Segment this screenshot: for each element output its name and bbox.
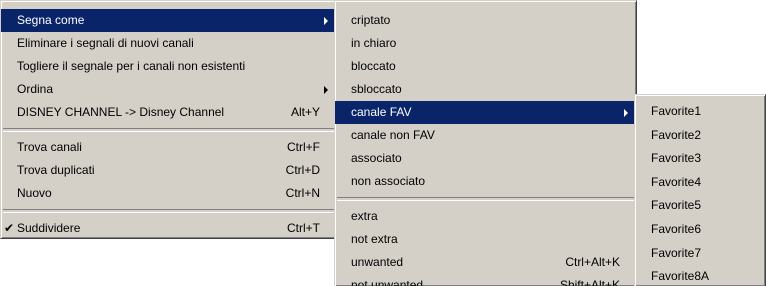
- menu-item-label: Favorite5: [651, 198, 702, 213]
- checkmark-icon: ✔: [4, 221, 15, 235]
- menu-item-label: Favorite2: [651, 127, 702, 142]
- menu-item-favorite4[interactable]: Favorite4: [635, 171, 765, 195]
- menu-item-favorite6[interactable]: Favorite6: [635, 218, 765, 242]
- menu-item-canale-non-fav[interactable]: canale non FAV: [335, 124, 636, 147]
- menu-item-label: not unwanted: [351, 278, 424, 286]
- menu-item-sbloccato[interactable]: sbloccato: [335, 78, 636, 101]
- menu-item-segna-come[interactable]: Segna come: [1, 9, 336, 32]
- menu-item-associato[interactable]: associato: [335, 147, 636, 170]
- menu-item-extra[interactable]: extra: [335, 205, 636, 228]
- menu-item-bloccato[interactable]: bloccato: [335, 55, 636, 78]
- menu-item-favorite1[interactable]: Favorite1: [635, 100, 765, 124]
- menu-item-label: unwanted: [351, 255, 404, 269]
- menu-item-label: not extra: [351, 232, 398, 246]
- menu-item-label: Nuovo: [17, 186, 52, 200]
- menu-separator: [3, 209, 334, 213]
- menu-item-label: Favorite6: [651, 221, 702, 236]
- menu-item-label: Suddividere: [17, 221, 81, 235]
- menu-separator: [3, 128, 334, 132]
- menu-item-label: Favorite7: [651, 245, 702, 260]
- menu-item-ordina[interactable]: Ordina: [1, 78, 336, 101]
- menu-item-favorite2[interactable]: Favorite2: [635, 124, 765, 148]
- submenu-arrow-icon: [624, 109, 628, 117]
- context-menu: Segna come Eliminare i segnali di nuovi …: [0, 0, 337, 239]
- menu-item-trova-canali[interactable]: Trova canali Ctrl+F: [1, 136, 336, 159]
- menu-item-label: Ordina: [17, 82, 54, 96]
- menu-item-favorite8a[interactable]: Favorite8A: [635, 265, 765, 286]
- submenu-arrow-icon: [324, 17, 328, 25]
- menu-item-eliminare-segnali[interactable]: Eliminare i segnali di nuovi canali: [1, 32, 336, 55]
- menu-item-label: bloccato: [351, 59, 396, 73]
- menu-item-label: Trova duplicati: [17, 163, 95, 177]
- menu-item-shortcut: Ctrl+F: [287, 140, 320, 154]
- menu-item-label: sbloccato: [351, 82, 402, 96]
- submenu-arrow-icon: [324, 86, 328, 94]
- menu-item-canale-fav[interactable]: canale FAV: [335, 101, 636, 124]
- menu-item-label: Favorite8A: [651, 269, 710, 284]
- menu-item-label: canale non FAV: [351, 128, 435, 142]
- menu-item-label: criptato: [351, 13, 391, 27]
- menu-item-shortcut: Ctrl+T: [287, 221, 320, 235]
- menu-item-not-extra[interactable]: not extra: [335, 228, 636, 251]
- menu-item-label: extra: [351, 209, 378, 223]
- menu-item-shortcut: Ctrl+D: [285, 163, 320, 177]
- menu-item-label: canale FAV: [351, 105, 412, 119]
- menu-item-nuovo[interactable]: Nuovo Ctrl+N: [1, 182, 336, 205]
- canale-fav-submenu: Favorite1 Favorite2 Favorite3 Favorite4 …: [634, 94, 766, 286]
- menu-item-favorite3[interactable]: Favorite3: [635, 147, 765, 171]
- menu-item-favorite5[interactable]: Favorite5: [635, 194, 765, 218]
- menu-item-shortcut: Alt+Y: [290, 105, 320, 119]
- menu-item-criptato[interactable]: criptato: [335, 9, 636, 32]
- menu-item-suddividere[interactable]: ✔ Suddividere Ctrl+T: [1, 217, 336, 238]
- menu-item-shortcut: Ctrl+N: [285, 186, 320, 200]
- menu-item-not-unwanted[interactable]: not unwanted Shift+Alt+K: [335, 274, 636, 286]
- menu-item-label: Favorite4: [651, 174, 702, 189]
- menu-item-trova-duplicati[interactable]: Trova duplicati Ctrl+D: [1, 159, 336, 182]
- menu-item-label: Segna come: [17, 13, 85, 27]
- menu-item-label: associato: [351, 151, 402, 165]
- menu-item-label: Togliere il segnale per i canali non esi…: [17, 59, 246, 73]
- menu-item-togliere-segnale[interactable]: Togliere il segnale per i canali non esi…: [1, 55, 336, 78]
- menu-item-label: Eliminare i segnali di nuovi canali: [17, 36, 194, 50]
- menu-item-favorite7[interactable]: Favorite7: [635, 242, 765, 266]
- menu-item-unwanted[interactable]: unwanted Ctrl+Alt+K: [335, 251, 636, 274]
- menu-item-label: non associato: [351, 174, 426, 188]
- menu-item-shortcut: Ctrl+Alt+K: [565, 255, 620, 269]
- menu-separator: [337, 197, 634, 201]
- menu-item-label: Favorite1: [651, 104, 702, 118]
- menu-item-label: Trova canali: [17, 140, 82, 154]
- menu-item-label: in chiaro: [351, 36, 397, 50]
- menu-item-disney-rename[interactable]: DISNEY CHANNEL -> Disney Channel Alt+Y: [1, 101, 336, 124]
- menu-item-label: Favorite3: [651, 151, 702, 166]
- menu-item-non-associato[interactable]: non associato: [335, 170, 636, 193]
- segna-come-submenu: criptato in chiaro bloccato sbloccato ca…: [334, 0, 637, 286]
- menu-item-in-chiaro[interactable]: in chiaro: [335, 32, 636, 55]
- menu-item-label: DISNEY CHANNEL -> Disney Channel: [17, 105, 225, 119]
- menu-item-shortcut: Shift+Alt+K: [559, 278, 620, 286]
